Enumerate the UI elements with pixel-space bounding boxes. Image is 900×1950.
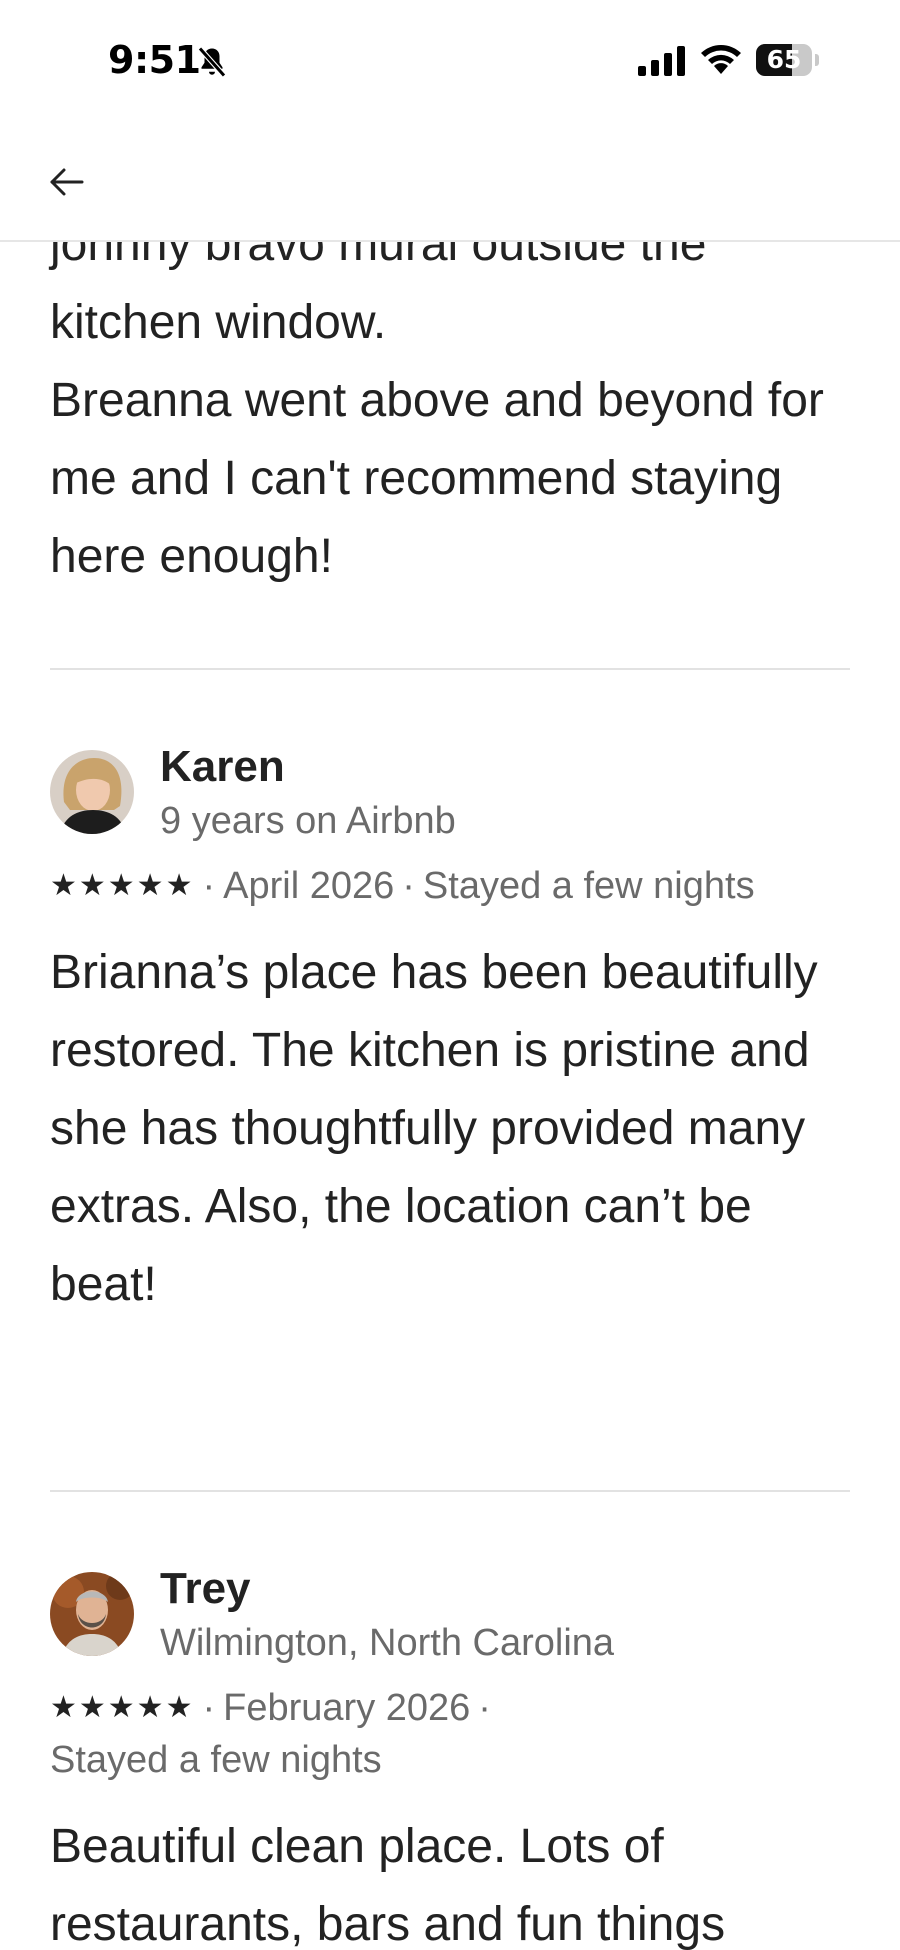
wifi-icon — [700, 42, 742, 76]
avatar[interactable] — [50, 1572, 134, 1656]
status-time: 9:51 — [108, 38, 201, 82]
reviews-list[interactable]: johnny bravo mural outside the kitchen w… — [0, 230, 900, 1950]
review-item: Karen 9 years on Airbnb ★★★★★ · April 2026… — [0, 742, 900, 1324]
stay-length: Stayed a few nights — [422, 865, 755, 907]
star-rating: ★★★★★ — [50, 868, 195, 903]
status-bar: 9:51 65 — [0, 0, 900, 120]
review-text: Beautiful clean place. Lots of restauran… — [50, 1820, 726, 1950]
arrow-left-icon — [50, 168, 84, 196]
battery-indicator: 65 — [756, 44, 820, 76]
review-date: April 2026 — [223, 865, 395, 907]
nav-bar — [0, 120, 900, 242]
reviewer-name[interactable]: Trey — [160, 1564, 251, 1614]
back-button[interactable] — [40, 156, 92, 208]
review-item: johnny bravo mural outside the kitchen w… — [0, 230, 900, 596]
reviewer-name[interactable]: Karen — [160, 742, 285, 792]
reviewer-header: Trey Wilmington, North Carolina — [0, 1564, 900, 1682]
review-meta: ★★★★★ · February 2026 · Stayed a few nights — [0, 1682, 900, 1786]
review-divider — [50, 668, 850, 670]
review-meta: ★★★★★ · April 2026 · Stayed a few nights — [0, 860, 900, 912]
review-text: Brianna’s place has been beautifully res… — [50, 946, 818, 1311]
separator-dot: · — [478, 1687, 491, 1729]
separator-dot: · — [402, 865, 415, 907]
battery-percent: 65 — [766, 45, 802, 74]
review-divider — [50, 1490, 850, 1492]
separator-dot: · — [202, 1687, 216, 1729]
bell-slash-icon — [194, 44, 230, 80]
review-text: johnny bravo mural outside the kitchen w… — [50, 230, 824, 583]
star-rating: ★★★★★ — [50, 1690, 195, 1725]
reviewer-subtitle: Wilmington, North Carolina — [160, 1622, 615, 1664]
reviewer-subtitle: 9 years on Airbnb — [160, 800, 456, 842]
reviewer-header: Karen 9 years on Airbnb — [0, 742, 900, 860]
avatar[interactable] — [50, 750, 134, 834]
stay-length: Stayed a few nights — [50, 1739, 382, 1781]
battery-cap — [815, 54, 819, 66]
cellular-signal-icon — [638, 46, 686, 76]
review-item: Trey Wilmington, North Carolina ★★★★★ · Fe… — [0, 1564, 900, 1950]
review-date: February 2026 — [223, 1687, 471, 1729]
separator-dot: · — [202, 865, 216, 907]
battery-body: 65 — [756, 44, 812, 76]
